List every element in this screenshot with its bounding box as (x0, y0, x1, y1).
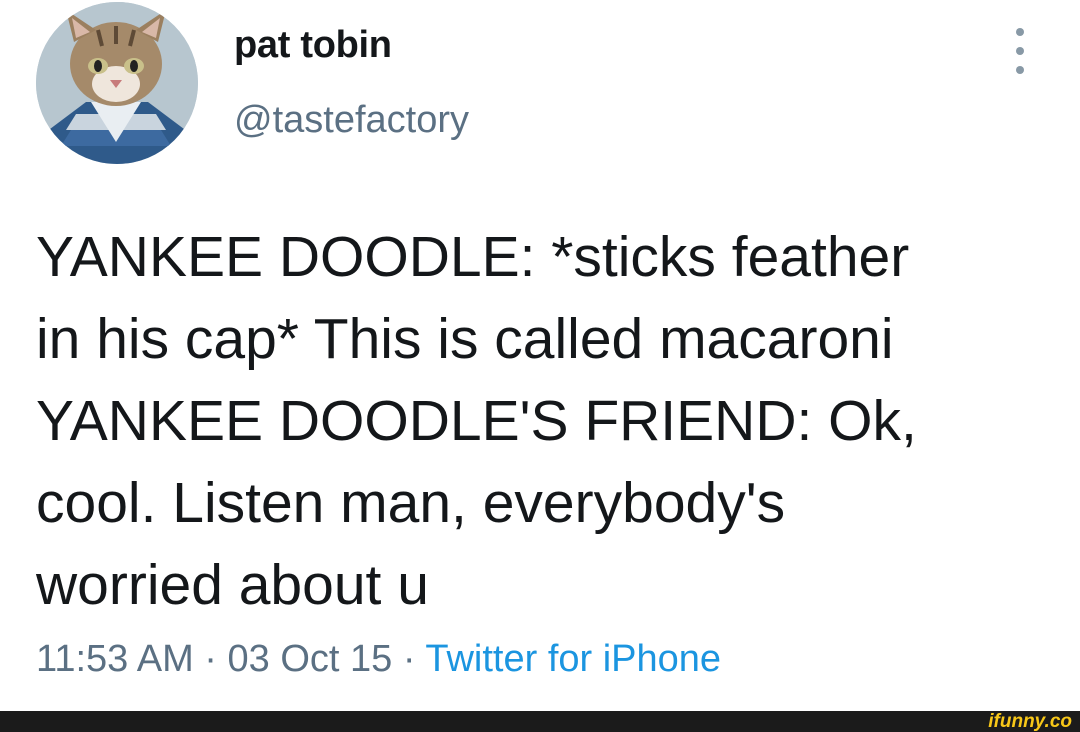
kitten-avatar-image (36, 2, 198, 164)
tweet-date: 03 Oct 15 (227, 638, 393, 680)
dot (1016, 28, 1024, 36)
watermark-bar: ifunny.co (0, 711, 1080, 732)
tweet-text: YANKEE DOODLE: *sticks feather in his ca… (36, 225, 917, 617)
tweet-meta: 11:53 AM · 03 Oct 15 · Twitter for iPhon… (36, 638, 721, 681)
display-name[interactable]: pat tobin (234, 24, 392, 67)
dot (1016, 47, 1024, 55)
meta-separator: · (193, 638, 228, 680)
user-handle[interactable]: @tastefactory (234, 99, 469, 142)
meta-separator: · (392, 638, 426, 680)
tweet-source-link[interactable]: Twitter for iPhone (425, 638, 721, 680)
tweet-time: 11:53 AM (36, 638, 194, 680)
avatar[interactable] (36, 2, 198, 164)
more-options-icon[interactable] (1008, 28, 1032, 74)
ifunny-watermark: ifunny.co (988, 711, 1072, 732)
dot (1016, 66, 1024, 74)
